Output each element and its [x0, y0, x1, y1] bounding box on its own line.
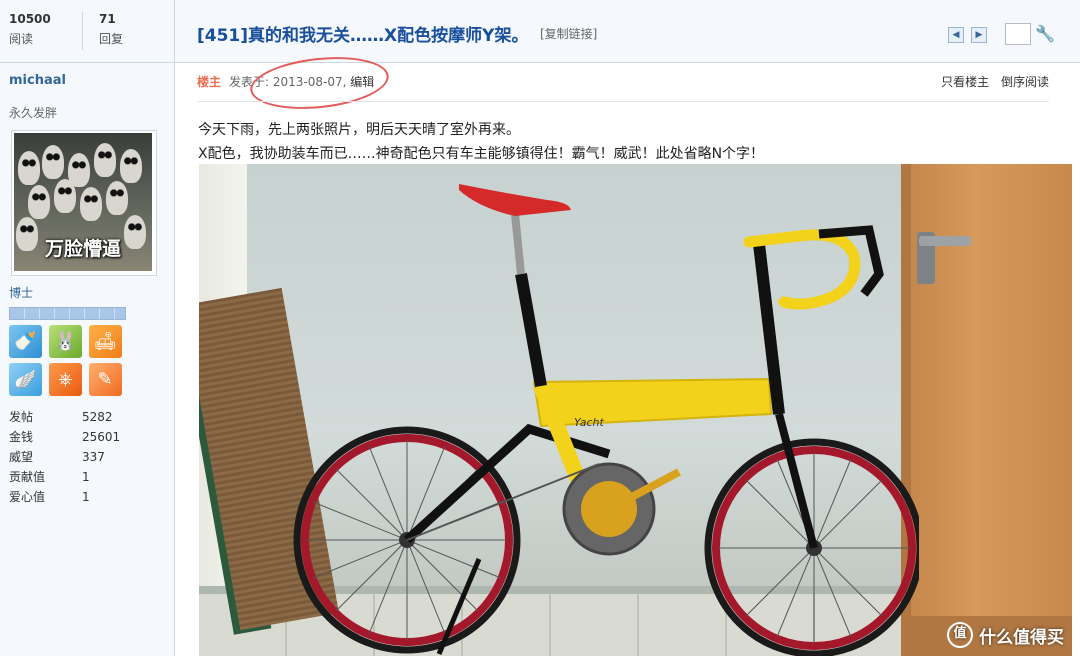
info-label: 爱心值: [9, 490, 46, 504]
info-row: 发帖 5282: [9, 407, 120, 427]
post-actions: 只看楼主 倒序阅读: [933, 73, 1049, 90]
post-text-line: X配色，我协助装车而已……神奇配色只有车主能够镇得住！霸气！威武！此处省略N个字…: [198, 146, 765, 162]
lemur-figure: [80, 187, 102, 221]
views-label: 阅读: [9, 32, 34, 46]
main-frame-tube: [532, 377, 773, 428]
info-value: 5282: [82, 410, 113, 424]
avatar-image: 万脸懵逼: [14, 133, 152, 271]
site-watermark: 值 什么值得买: [947, 622, 1064, 648]
door-handle: [919, 236, 971, 246]
fork: [775, 412, 818, 550]
replies-stat: 71 回复: [99, 12, 123, 47]
rank-progress-bar: [9, 307, 126, 320]
info-row: 爱心值 1: [9, 487, 120, 507]
info-value: 25601: [82, 430, 121, 444]
avatar-caption: 万脸懵逼: [44, 238, 121, 260]
medal-list: 🍼 🐰 🛋 🪽 ⎈ ✎: [9, 325, 159, 401]
replies-count: 71: [99, 12, 116, 26]
baby-bottle-medal-icon[interactable]: 🍼: [9, 325, 42, 358]
post-text-line: 今天下雨，先上两张照片，明后天天晴了室外再来。: [198, 122, 520, 138]
info-value: 1: [82, 470, 90, 484]
info-value: 1: [82, 490, 90, 504]
lemur-figure: [28, 185, 50, 219]
info-value: 337: [82, 450, 105, 464]
replies-label: 回复: [99, 32, 124, 46]
info-row: 金钱 25601: [9, 427, 120, 447]
bicycle-illustration: Yacht: [293, 184, 919, 656]
wooden-door: [911, 164, 1072, 616]
info-label: 金钱: [9, 430, 34, 444]
seat-post: [511, 213, 525, 275]
post-photo[interactable]: Yacht 值 什么值得买: [199, 164, 1072, 656]
info-label: 贡献值: [9, 470, 46, 484]
author-rank[interactable]: 博士: [9, 284, 33, 301]
lemur-figure: [120, 149, 142, 183]
author-name-link[interactable]: michaal: [9, 73, 66, 88]
select-checkbox[interactable]: [1005, 23, 1031, 45]
info-row: 威望 337: [9, 447, 120, 467]
wheel-medal-icon[interactable]: ⎈: [48, 363, 82, 396]
author-info-table: 发帖 5282 金钱 25601 威望 337 贡献值 1 爱心值 1: [9, 407, 120, 507]
thread-title[interactable]: [451]真的和我无关……X配色按摩师Y架。: [197, 21, 528, 46]
info-label: 发帖: [9, 410, 34, 424]
meta-divider: [197, 101, 1049, 102]
watermark-text: 什么值得买: [979, 627, 1064, 648]
wrench-icon[interactable]: 🔧: [1035, 24, 1055, 43]
rank-progress-fill: [10, 308, 125, 319]
seat-post-black: [515, 272, 547, 388]
info-label: 威望: [9, 450, 34, 464]
author-sidebar: 10500 阅读 71 回复 michaal 永久发胖 万脸懵逼 博士 🍼 🐰 …: [0, 0, 175, 656]
lemur-figure: [18, 151, 40, 185]
author-user-title: 永久发胖: [9, 106, 58, 120]
watermark-logo-icon: 值: [947, 622, 973, 648]
feather-medal-icon[interactable]: ✎: [88, 363, 122, 396]
info-row: 贡献值 1: [9, 467, 120, 487]
views-stat: 10500 阅读: [9, 12, 51, 47]
next-thread-icon[interactable]: ▶: [971, 27, 987, 43]
thread-header: [451]真的和我无关……X配色按摩师Y架。 [复制链接] ◀ ▶ 🔧: [175, 0, 1080, 63]
copy-link-button[interactable]: [复制链接]: [540, 25, 597, 42]
only-op-link[interactable]: 只看楼主: [941, 75, 989, 89]
bunny-medal-icon[interactable]: 🐰: [48, 325, 82, 358]
thread-stats: 10500 阅读 71 回复: [0, 0, 174, 63]
sofa-medal-icon[interactable]: 🛋: [88, 325, 122, 358]
previous-thread-icon[interactable]: ◀: [948, 27, 964, 43]
views-count: 10500: [9, 12, 51, 26]
lemur-figure: [42, 145, 64, 179]
author-avatar[interactable]: 万脸懵逼: [11, 130, 157, 276]
frame-brand-label: Yacht: [574, 416, 604, 429]
lemur-figure: [106, 181, 128, 215]
lemur-figure: [54, 179, 76, 213]
wing-medal-icon[interactable]: 🪽: [9, 363, 42, 396]
op-badge: 楼主: [197, 75, 222, 89]
reverse-order-link[interactable]: 倒序阅读: [1001, 75, 1049, 89]
saddle: [459, 184, 571, 216]
lemur-figure: [94, 143, 116, 177]
stats-divider: [82, 12, 83, 50]
